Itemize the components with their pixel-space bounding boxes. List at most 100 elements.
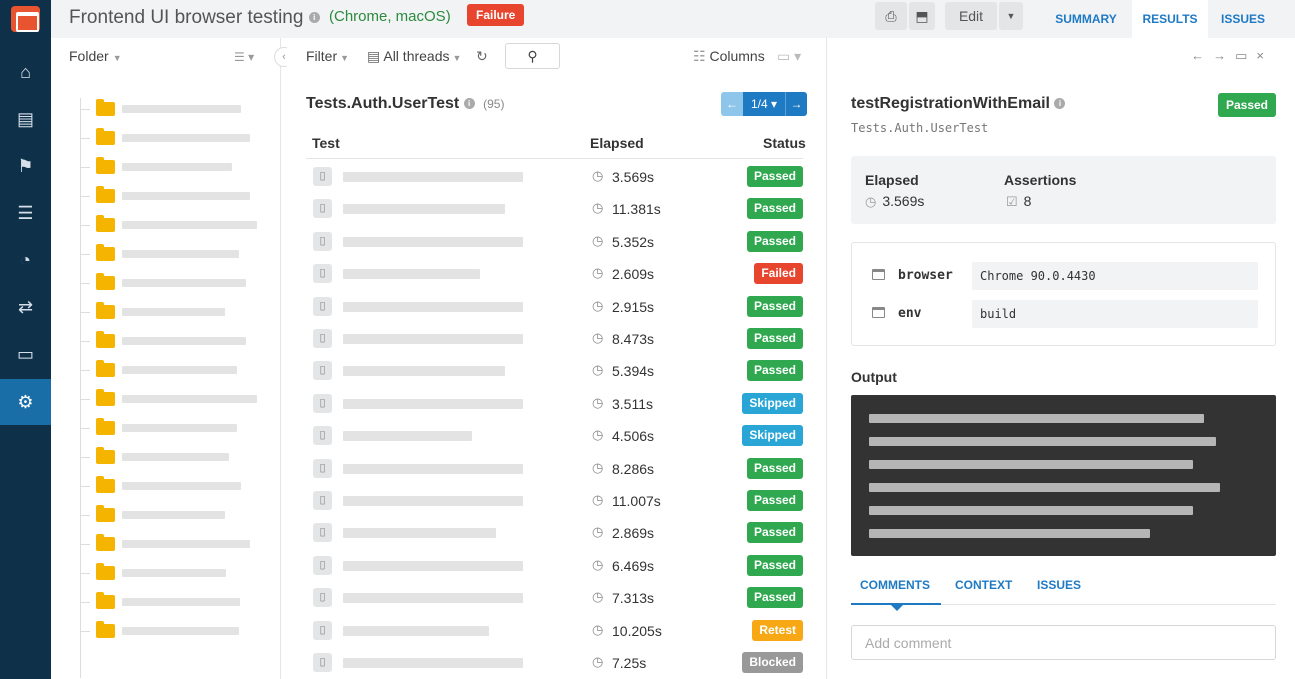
status-badge: Passed xyxy=(746,522,803,544)
output-line xyxy=(869,437,1216,446)
window-controls: ←→▭× xyxy=(1191,48,1273,64)
test-name-placeholder xyxy=(343,236,523,247)
columns-button[interactable]: ☷ Columns xyxy=(693,48,765,65)
folder-tree-item[interactable] xyxy=(80,621,280,639)
book-icon[interactable]: ▤ xyxy=(0,96,51,142)
folder-tree-item[interactable] xyxy=(80,592,280,610)
table-row[interactable]: ▯ ◷ 7.313s Passed xyxy=(306,581,803,613)
close-icon[interactable]: × xyxy=(1256,48,1273,63)
tree-connector xyxy=(80,631,90,632)
folder-icon xyxy=(96,418,115,435)
folder-tree-item[interactable] xyxy=(80,418,280,436)
folder-icon xyxy=(96,215,115,232)
folder-tree-item[interactable] xyxy=(80,244,280,262)
info-icon[interactable]: i xyxy=(308,12,320,24)
table-row[interactable]: ▯ ◷ 2.915s Passed xyxy=(306,290,803,322)
info-icon[interactable]: i xyxy=(1054,98,1066,110)
back-arrow-icon[interactable]: ← xyxy=(1191,48,1213,63)
table-row[interactable]: ▯ ◷ 10.205s Retest xyxy=(306,614,803,646)
folder-tree-item[interactable] xyxy=(80,331,280,349)
edit-button[interactable]: Edit xyxy=(945,2,997,30)
clock-icon: ◷ xyxy=(592,589,604,605)
document-icon: ▯ xyxy=(313,491,332,510)
print-icon[interactable]: ⎙ xyxy=(875,2,907,30)
refresh-icon[interactable]: ↻ xyxy=(476,48,488,65)
test-name-placeholder xyxy=(343,625,489,636)
tab-context[interactable]: CONTEXT xyxy=(955,578,1012,592)
maximize-icon[interactable]: ▭ xyxy=(1235,48,1256,63)
forward-arrow-icon[interactable]: → xyxy=(1213,48,1235,63)
next-page-icon[interactable]: → xyxy=(785,92,807,116)
previous-page-icon[interactable]: ← xyxy=(721,92,743,116)
export-icon[interactable]: ⬒ xyxy=(909,2,935,30)
search-button[interactable]: ⚲ xyxy=(505,43,560,69)
folder-tree-item[interactable] xyxy=(80,215,280,233)
folder-dropdown[interactable]: Folder ▼ xyxy=(69,48,122,64)
edit-dropdown-chevron-icon[interactable]: ▼ xyxy=(999,2,1023,30)
comment-input[interactable] xyxy=(851,625,1276,660)
tab-issues-detail[interactable]: ISSUES xyxy=(1037,578,1081,592)
folder-tree-item[interactable] xyxy=(80,273,280,291)
page-title: Frontend UI browser testing i xyxy=(69,7,320,29)
home-icon[interactable]: ⌂ xyxy=(0,49,51,95)
folder-tree-item[interactable] xyxy=(80,563,280,581)
test-name-placeholder xyxy=(343,366,505,377)
document-icon: ▯ xyxy=(313,620,332,640)
assertions-label: Assertions xyxy=(1004,172,1077,188)
elapsed-time: 2.869s xyxy=(612,525,655,542)
folder-name-placeholder xyxy=(122,511,225,519)
list-icon[interactable]: ☰ xyxy=(0,190,51,236)
info-icon[interactable]: i xyxy=(463,98,475,110)
app-logo-icon[interactable] xyxy=(11,6,40,32)
table-row[interactable]: ▯ ◷ 2.609s Failed xyxy=(306,257,803,289)
page-selector[interactable]: 1/4 ▾ xyxy=(743,92,785,116)
table-row[interactable]: ▯ ◷ 11.007s Passed xyxy=(306,484,803,516)
column-header-status[interactable]: Status xyxy=(763,135,806,151)
threads-dropdown[interactable]: ▤ All threads ▼ xyxy=(367,48,461,65)
test-suite-path: Tests.Auth.UserTest xyxy=(851,121,989,135)
tab-summary[interactable]: SUMMARY xyxy=(1042,0,1130,38)
folder-tree-item[interactable] xyxy=(80,476,280,494)
folder-tree-item[interactable] xyxy=(80,128,280,146)
folder-view-icon[interactable]: ▭ ▾ xyxy=(777,48,801,65)
table-row[interactable]: ▯ ◷ 3.569s Passed xyxy=(306,160,803,192)
folder-tree-item[interactable] xyxy=(80,505,280,523)
sync-icon[interactable]: ⇄ xyxy=(0,284,51,330)
assertions-value: ☑ 8 xyxy=(1006,193,1032,209)
document-icon: ▯ xyxy=(313,653,332,672)
table-row[interactable]: ▯ ◷ 8.286s Passed xyxy=(306,452,803,484)
folder-tree-item[interactable] xyxy=(80,157,280,175)
pie-chart-icon[interactable]: ◔ xyxy=(0,237,51,283)
monitor-icon[interactable]: ▭ xyxy=(0,331,51,377)
folder-tree-item[interactable] xyxy=(80,302,280,320)
sort-icon[interactable]: ☰ ▾ xyxy=(234,50,254,64)
folder-tree-item[interactable] xyxy=(80,186,280,204)
tab-issues[interactable]: ISSUES xyxy=(1210,0,1276,38)
column-header-elapsed[interactable]: Elapsed xyxy=(590,135,644,151)
chevron-down-icon: ▼ xyxy=(112,53,122,63)
table-row[interactable]: ▯ ◷ 3.511s Skipped xyxy=(306,387,803,419)
table-row[interactable]: ▯ ◷ 6.469s Passed xyxy=(306,549,803,581)
table-row[interactable]: ▯ ◷ 2.869s Passed xyxy=(306,516,803,548)
test-name-placeholder xyxy=(343,496,523,506)
folder-tree-item[interactable] xyxy=(80,447,280,465)
table-row[interactable]: ▯ ◷ 7.25s Blocked xyxy=(306,646,803,678)
table-row[interactable]: ▯ ◷ 8.473s Passed xyxy=(306,322,803,354)
folder-name-placeholder xyxy=(122,453,229,461)
filter-dropdown[interactable]: Filter ▼ xyxy=(306,48,349,64)
folder-icon xyxy=(96,128,115,145)
tab-results[interactable]: RESULTS xyxy=(1132,0,1208,38)
table-row[interactable]: ▯ ◷ 4.506s Skipped xyxy=(306,419,803,451)
folder-tree-item[interactable] xyxy=(80,534,280,552)
settings-icon[interactable]: ⚙ xyxy=(0,379,51,425)
folder-tree-item[interactable] xyxy=(80,389,280,407)
column-header-test[interactable]: Test xyxy=(312,135,340,151)
table-row[interactable]: ▯ ◷ 11.381s Passed xyxy=(306,192,803,224)
tab-comments[interactable]: COMMENTS xyxy=(860,578,930,592)
table-row[interactable]: ▯ ◷ 5.352s Passed xyxy=(306,225,803,257)
folder-tree-item[interactable] xyxy=(80,99,280,117)
folder-tree-item[interactable] xyxy=(80,360,280,378)
table-row[interactable]: ▯ ◷ 5.394s Passed xyxy=(306,354,803,386)
clock-icon: ◷ xyxy=(592,394,604,410)
flag-icon[interactable]: ⚑ xyxy=(0,143,51,189)
